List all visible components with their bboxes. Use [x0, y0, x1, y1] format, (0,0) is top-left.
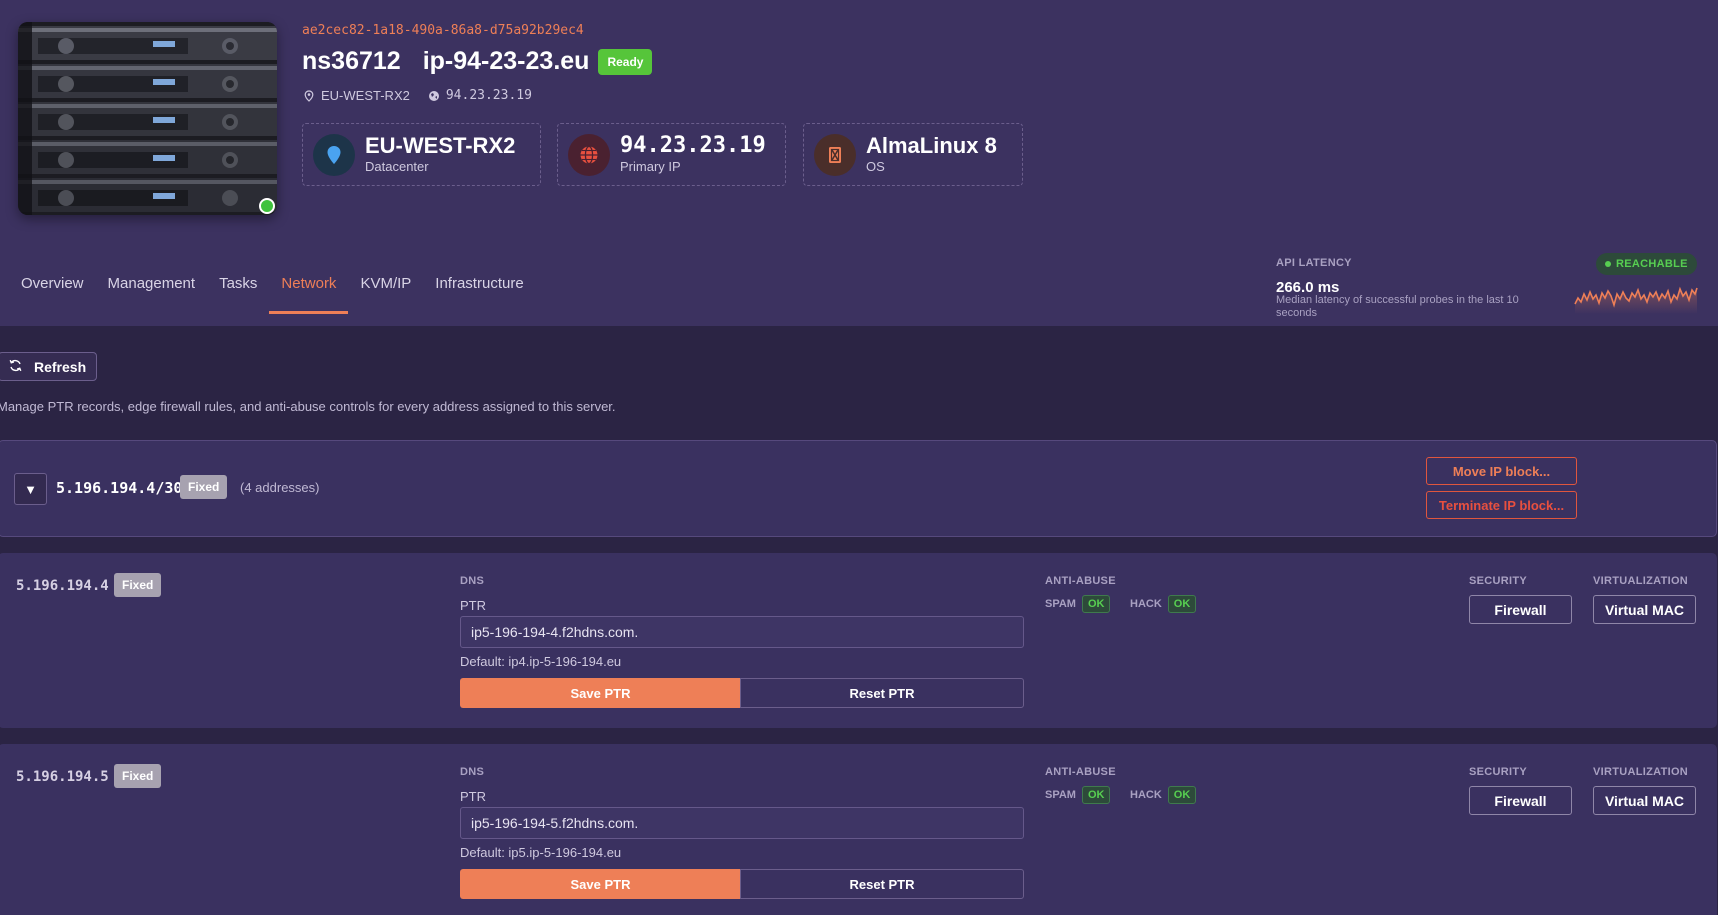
tab-infrastructure[interactable]: Infrastructure — [423, 268, 535, 314]
server-name: ns36712 — [302, 47, 401, 75]
terminate-ip-block-button[interactable]: Terminate IP block... — [1426, 491, 1577, 519]
primary-ip-value: 94.23.23.19 — [620, 132, 766, 158]
primary-ip-card: 94.23.23.19 Primary IP — [557, 123, 786, 186]
spam-status: SPAM OK — [1045, 595, 1111, 613]
ip-block-header: ▼ 5.196.194.4/30 Fixed (4 addresses) Mov… — [0, 440, 1717, 537]
ip-block-cidr: 5.196.194.4/30 — [56, 479, 183, 497]
globe-icon — [568, 133, 610, 176]
latency-description: Median latency of successful probes in t… — [1276, 294, 1519, 319]
firewall-button[interactable]: Firewall — [1469, 786, 1572, 815]
server-header: ae2cec82-1a18-490a-86a8-d75a92b29ec4 ns3… — [0, 0, 1718, 326]
ptr-default: Default: ip4.ip-5-196-194.eu — [460, 654, 622, 669]
os-card: AlmaLinux 8 OS — [803, 123, 1023, 186]
os-value: AlmaLinux 8 — [866, 132, 997, 158]
page-description: Manage PTR records, edge firewall rules,… — [0, 399, 616, 414]
host-title-row: ns36712 ip-94-23-23.eu Ready — [302, 47, 653, 76]
datacenter-label: Datacenter — [365, 158, 429, 174]
ip-address: 5.196.194.4 — [16, 578, 109, 594]
virtualization-section-label: VIRTUALIZATION — [1593, 575, 1689, 587]
meta-location: EU-WEST-RX2 — [321, 88, 410, 103]
refresh-label: Refresh — [34, 358, 87, 375]
virtual-mac-button[interactable]: Virtual MAC — [1593, 786, 1696, 815]
online-status-dot — [259, 198, 275, 214]
tab-bar: Overview Management Tasks Network KVM/IP… — [0, 268, 536, 314]
ip-block-count: (4 addresses) — [240, 480, 320, 495]
meta-ip: 94.23.23.19 — [445, 88, 532, 103]
hack-label: HACK — [1130, 789, 1162, 801]
spam-ok-badge: OK — [1081, 786, 1111, 804]
ptr-default: Default: ip5.ip-5-196-194.eu — [460, 845, 622, 860]
ip-row: 5.196.194.4 Fixed DNS PTR Default: ip4.i… — [0, 553, 1717, 728]
ptr-label: PTR — [460, 598, 486, 613]
virtual-mac-button[interactable]: Virtual MAC — [1593, 595, 1696, 624]
map-pin-icon — [313, 133, 355, 176]
tab-overview[interactable]: Overview — [9, 268, 96, 314]
spam-label: SPAM — [1045, 598, 1076, 610]
anti-abuse-section-label: ANTI-ABUSE — [1045, 575, 1116, 587]
hack-ok-badge: OK — [1167, 786, 1197, 804]
move-ip-block-button[interactable]: Move IP block... — [1426, 457, 1577, 485]
latency-title: API LATENCY — [1276, 257, 1352, 269]
ip-address: 5.196.194.5 — [16, 769, 109, 785]
hack-status: HACK OK — [1130, 786, 1197, 804]
globe-icon — [428, 90, 440, 102]
latency-sparkline — [1574, 286, 1698, 314]
server-photo — [18, 22, 277, 215]
ip-type-badge: Fixed — [114, 573, 162, 597]
tab-network[interactable]: Network — [269, 268, 349, 314]
collapse-toggle-button[interactable]: ▼ — [14, 473, 47, 505]
map-pin-icon — [303, 89, 315, 102]
hack-status: HACK OK — [1130, 595, 1197, 613]
server-meta: EU-WEST-RX2 94.23.23.19 — [303, 88, 532, 103]
status-badge: Ready — [598, 48, 653, 75]
hack-label: HACK — [1130, 598, 1162, 610]
datacenter-value: EU-WEST-RX2 — [365, 132, 516, 158]
ip-block-type-badge: Fixed — [180, 475, 228, 499]
os-label: OS — [866, 158, 885, 174]
save-ptr-button[interactable]: Save PTR — [460, 678, 741, 708]
server-hostname: ip-94-23-23.eu — [422, 47, 590, 75]
reachable-badge: REACHABLE — [1596, 253, 1697, 275]
firewall-button[interactable]: Firewall — [1469, 595, 1572, 624]
server-uuid: ae2cec82-1a18-490a-86a8-d75a92b29ec4 — [302, 23, 584, 38]
spam-ok-badge: OK — [1081, 595, 1111, 613]
ip-row: 5.196.194.5 Fixed DNS PTR Default: ip5.i… — [0, 744, 1717, 915]
ptr-input[interactable] — [460, 616, 1024, 648]
dns-section-label: DNS — [460, 766, 485, 778]
hack-ok-badge: OK — [1167, 595, 1197, 613]
reset-ptr-button[interactable]: Reset PTR — [740, 869, 1024, 899]
reachable-label: REACHABLE — [1616, 258, 1688, 270]
save-ptr-button[interactable]: Save PTR — [460, 869, 741, 899]
ptr-label: PTR — [460, 789, 486, 804]
chevron-down-icon: ▼ — [24, 481, 37, 497]
security-section-label: SECURITY — [1469, 575, 1528, 587]
tab-management[interactable]: Management — [96, 268, 208, 314]
reset-ptr-button[interactable]: Reset PTR — [740, 678, 1024, 708]
tab-tasks[interactable]: Tasks — [207, 268, 269, 314]
status-dot-icon — [1605, 261, 1611, 267]
security-section-label: SECURITY — [1469, 766, 1528, 778]
ip-type-badge: Fixed — [114, 764, 162, 788]
datacenter-card: EU-WEST-RX2 Datacenter — [302, 123, 541, 186]
spam-status: SPAM OK — [1045, 786, 1111, 804]
ptr-input[interactable] — [460, 807, 1024, 839]
primary-ip-label: Primary IP — [620, 158, 681, 174]
tab-kvm-ip[interactable]: KVM/IP — [348, 268, 423, 314]
anti-abuse-section-label: ANTI-ABUSE — [1045, 766, 1116, 778]
spam-label: SPAM — [1045, 789, 1076, 801]
refresh-icon — [9, 359, 22, 375]
virtualization-section-label: VIRTUALIZATION — [1593, 766, 1689, 778]
os-icon — [814, 133, 856, 176]
refresh-button[interactable]: Refresh — [0, 352, 98, 381]
dns-section-label: DNS — [460, 575, 485, 587]
